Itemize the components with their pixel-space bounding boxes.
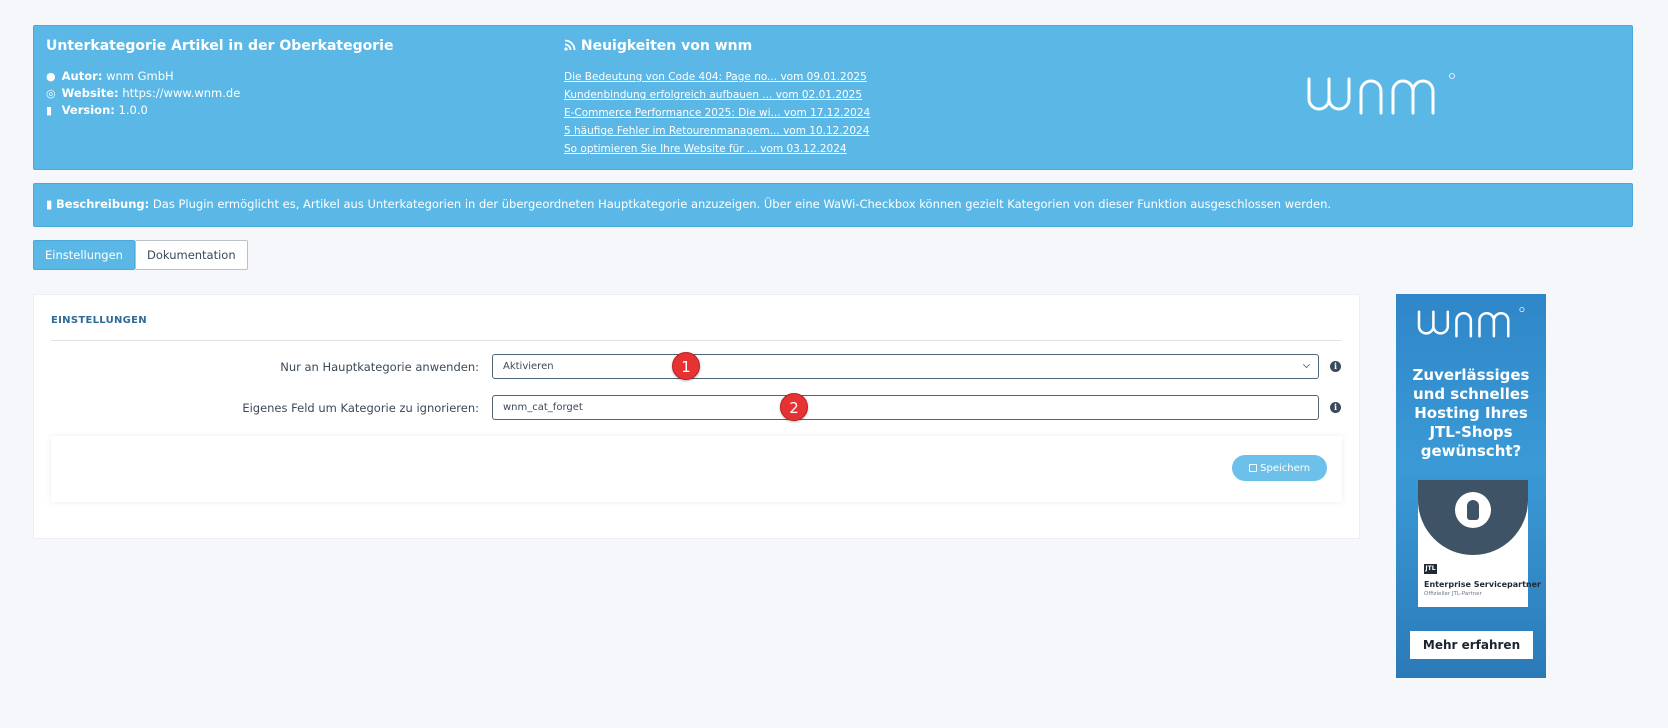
news-link-5[interactable]: So optimieren Sie Ihre Website für ... v…	[564, 143, 847, 155]
news-item: So optimieren Sie Ihre Website für ... v…	[564, 141, 870, 159]
partner-icon	[1455, 492, 1491, 528]
author-value: wnm GmbH	[106, 69, 174, 83]
news-item: 5 häufige Fehler im Retourenmanagem... v…	[564, 123, 870, 141]
website-line: ◎ Website: https://www.wnm.de	[46, 86, 240, 100]
save-button-label: Speichern	[1260, 462, 1311, 474]
main-category-select[interactable]: Aktivieren	[492, 354, 1319, 379]
ad-headline: Zuverlässiges und schnelles Hosting Ihre…	[1412, 366, 1530, 460]
version-line: ▮ Version: 1.0.0	[46, 103, 148, 117]
description-label: Beschreibung:	[56, 197, 150, 211]
author-label: Autor:	[61, 69, 103, 83]
news-link-1[interactable]: Die Bedeutung von Code 404: Page no... v…	[564, 71, 867, 83]
user-icon: ●	[46, 70, 56, 83]
version-value: 1.0.0	[118, 103, 148, 117]
news-link-4[interactable]: 5 häufige Fehler im Retourenmanagem... v…	[564, 125, 869, 137]
version-label: Version:	[61, 103, 115, 117]
rss-icon	[564, 39, 576, 51]
settings-panel: EINSTELLUNGEN Nur an Hauptkategorie anwe…	[33, 294, 1360, 539]
save-area: Speichern	[51, 436, 1342, 502]
save-icon	[1248, 463, 1257, 472]
settings-section-title: EINSTELLUNGEN	[51, 315, 147, 326]
database-icon: ▮	[46, 104, 53, 117]
description-box: ▮ Beschreibung: Das Plugin ermöglicht es…	[33, 183, 1633, 227]
jtl-logo: JTL	[1424, 564, 1437, 574]
news-title-text: Neuigkeiten von wnm	[580, 38, 753, 54]
tab-einstellungen[interactable]: Einstellungen	[33, 240, 135, 270]
partner-badge: JTL Enterprise Servicepartner Offizielle…	[1418, 480, 1541, 607]
website-label: Website:	[61, 86, 119, 100]
ignore-field-input[interactable]	[492, 395, 1319, 420]
news-item: Die Bedeutung von Code 404: Page no... v…	[564, 69, 870, 87]
database-icon: ▮	[46, 197, 53, 211]
divider	[51, 340, 1342, 341]
tab-dokumentation[interactable]: Dokumentation	[135, 240, 248, 270]
description-text: Das Plugin ermöglicht es, Artikel aus Un…	[152, 197, 1332, 211]
globe-icon: ◎	[46, 87, 56, 100]
info-icon[interactable]: i	[1330, 402, 1341, 413]
news-item: Kundenbindung erfolgreich aufbauen ... v…	[564, 87, 870, 105]
news-item: E-Commerce Performance 2025: Die wi... v…	[564, 105, 870, 123]
main-category-select-value: Aktivieren	[503, 361, 554, 372]
main-category-label: Nur an Hauptkategorie anwenden:	[280, 360, 479, 374]
news-list: Die Bedeutung von Code 404: Page no... v…	[564, 69, 870, 159]
badge-subtitle: Offizieller JTL-Partner	[1424, 591, 1482, 597]
website-value: https://www.wnm.de	[122, 86, 241, 100]
step-marker-1: 1	[672, 352, 700, 380]
plugin-info-box: Unterkategorie Artikel in der Oberkatego…	[33, 25, 1633, 170]
mehr-erfahren-button[interactable]: Mehr erfahren	[1410, 631, 1533, 659]
info-icon[interactable]: i	[1330, 361, 1341, 372]
plugin-title: Unterkategorie Artikel in der Oberkatego…	[46, 38, 394, 54]
news-title: Neuigkeiten von wnm	[564, 38, 752, 54]
save-button[interactable]: Speichern	[1232, 455, 1327, 481]
wnm-logo	[1417, 307, 1525, 338]
news-link-3[interactable]: E-Commerce Performance 2025: Die wi... v…	[564, 107, 870, 119]
step-marker-2: 2	[780, 393, 808, 421]
wnm-logo	[1307, 73, 1455, 115]
chevron-down-icon	[1303, 361, 1310, 368]
ignore-field-label: Eigenes Feld um Kategorie zu ignorieren:	[242, 401, 479, 415]
news-link-2[interactable]: Kundenbindung erfolgreich aufbauen ... v…	[564, 89, 862, 101]
author-line: ● Autor: wnm GmbH	[46, 69, 174, 83]
badge-title: Enterprise Servicepartner	[1424, 580, 1541, 589]
hosting-ad-banner[interactable]: Zuverlässiges und schnelles Hosting Ihre…	[1396, 294, 1546, 678]
